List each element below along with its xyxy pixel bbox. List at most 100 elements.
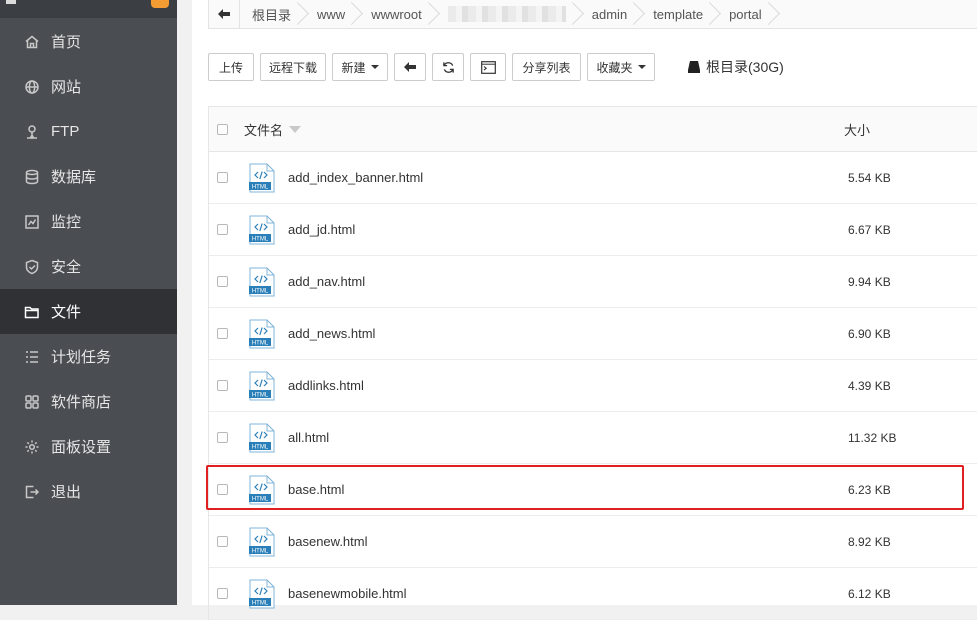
sidebar-item-monitor[interactable]: 监控 bbox=[0, 199, 177, 244]
gear-icon bbox=[23, 438, 41, 456]
table-header: 文件名 大小 bbox=[209, 106, 977, 152]
ftp-icon bbox=[23, 123, 41, 141]
breadcrumb-item[interactable]: www bbox=[305, 0, 359, 28]
sidebar-menu: 首页 网站 FTP 数据库 监控 安全 文件 计划任务 软件商店 面板设置 退出 bbox=[0, 19, 177, 514]
breadcrumb-item-redacted[interactable] bbox=[436, 0, 580, 28]
refresh-button[interactable] bbox=[432, 53, 464, 81]
logo-icon bbox=[6, 0, 16, 4]
task-icon bbox=[23, 348, 41, 366]
shield-icon bbox=[23, 258, 41, 276]
html-file-icon: HTML bbox=[249, 475, 275, 504]
file-size: 5.54 KB bbox=[848, 170, 891, 185]
sidebar-item-label: 软件商店 bbox=[51, 394, 112, 411]
breadcrumb-item[interactable]: 根目录 bbox=[240, 0, 305, 28]
file-name[interactable]: add_index_banner.html bbox=[288, 170, 848, 185]
row-checkbox[interactable] bbox=[217, 432, 228, 443]
svg-text:HTML: HTML bbox=[252, 496, 269, 502]
breadcrumb-label: portal bbox=[729, 6, 762, 22]
html-file-icon: HTML bbox=[249, 163, 275, 192]
sort-caret-icon bbox=[289, 125, 302, 133]
upload-button[interactable]: 上传 bbox=[208, 53, 254, 81]
arrow-left-icon bbox=[404, 62, 416, 72]
table-row[interactable]: HTML add_jd.html 6.67 KB bbox=[209, 204, 977, 256]
table-row[interactable]: HTML addlinks.html 4.39 KB bbox=[209, 360, 977, 412]
html-file-icon: HTML bbox=[249, 371, 275, 400]
file-size: 6.12 KB bbox=[848, 586, 891, 601]
back-button[interactable] bbox=[209, 0, 240, 28]
new-dropdown-button[interactable]: 新建 bbox=[332, 53, 388, 81]
select-all-checkbox[interactable] bbox=[217, 123, 228, 135]
breadcrumb-item[interactable]: portal bbox=[717, 0, 776, 28]
html-file-icon: HTML bbox=[249, 319, 275, 348]
row-checkbox[interactable] bbox=[217, 484, 228, 495]
table-row[interactable]: HTML basenewmobile.html 6.12 KB bbox=[209, 568, 977, 620]
table-row[interactable]: HTML all.html 11.32 KB bbox=[209, 412, 977, 464]
file-name[interactable]: basenewmobile.html bbox=[288, 586, 848, 601]
file-name[interactable]: add_nav.html bbox=[288, 274, 848, 289]
file-name[interactable]: all.html bbox=[288, 430, 848, 445]
sidebar-item-label: 退出 bbox=[51, 484, 82, 501]
column-header-size[interactable]: 大小 bbox=[844, 120, 870, 139]
file-name[interactable]: add_news.html bbox=[288, 326, 848, 341]
disk-icon bbox=[688, 61, 700, 73]
sidebar-item-home[interactable]: 首页 bbox=[0, 19, 177, 64]
breadcrumb-item[interactable]: template bbox=[641, 0, 717, 28]
sidebar-item-security[interactable]: 安全 bbox=[0, 244, 177, 289]
button-label: 分享列表 bbox=[522, 60, 571, 75]
file-size: 6.23 KB bbox=[848, 482, 891, 497]
sidebar-item-ftp[interactable]: FTP bbox=[0, 109, 177, 154]
table-row[interactable]: HTML basenew.html 8.92 KB bbox=[209, 516, 977, 568]
refresh-icon bbox=[442, 61, 454, 73]
sidebar-item-database[interactable]: 数据库 bbox=[0, 154, 177, 199]
html-file-icon: HTML bbox=[249, 579, 275, 608]
caret-down-icon bbox=[370, 65, 379, 69]
terminal-icon bbox=[480, 60, 496, 74]
row-checkbox[interactable] bbox=[217, 224, 228, 235]
favorites-dropdown-button[interactable]: 收藏夹 bbox=[587, 53, 655, 81]
row-checkbox[interactable] bbox=[217, 328, 228, 339]
sidebar-item-label: FTP bbox=[51, 123, 80, 140]
sidebar-item-settings[interactable]: 面板设置 bbox=[0, 424, 177, 469]
share-list-button[interactable]: 分享列表 bbox=[512, 53, 581, 81]
button-label: 上传 bbox=[218, 60, 243, 75]
remote-download-button[interactable]: 远程下载 bbox=[260, 53, 326, 81]
toolbar: 上传 远程下载 新建 分享列表 收藏夹 根目录(30G) bbox=[208, 53, 784, 81]
table-row[interactable]: HTML add_news.html 6.90 KB bbox=[209, 308, 977, 360]
file-name[interactable]: basenew.html bbox=[288, 534, 848, 549]
file-name[interactable]: base.html bbox=[288, 482, 848, 497]
file-name[interactable]: addlinks.html bbox=[288, 378, 848, 393]
breadcrumb-item[interactable]: admin bbox=[580, 0, 641, 28]
row-checkbox[interactable] bbox=[217, 536, 228, 547]
breadcrumb-label: 根目录 bbox=[252, 7, 292, 23]
back-dir-button[interactable] bbox=[394, 53, 426, 81]
html-file-icon: HTML bbox=[249, 527, 275, 556]
sidebar-item-logout[interactable]: 退出 bbox=[0, 469, 177, 514]
column-header-name[interactable]: 文件名 bbox=[244, 120, 844, 139]
sidebar-item-websites[interactable]: 网站 bbox=[0, 64, 177, 109]
html-file-icon: HTML bbox=[249, 423, 275, 452]
redacted-text bbox=[447, 6, 566, 22]
svg-text:HTML: HTML bbox=[252, 340, 269, 346]
button-label: 新建 bbox=[341, 60, 366, 75]
svg-text:HTML: HTML bbox=[252, 236, 269, 242]
row-checkbox[interactable] bbox=[217, 172, 228, 183]
sidebar-item-store[interactable]: 软件商店 bbox=[0, 379, 177, 424]
notification-badge[interactable] bbox=[151, 0, 169, 8]
table-row-highlighted[interactable]: HTML base.html 6.23 KB bbox=[206, 464, 977, 516]
table-row[interactable]: HTML add_index_banner.html 5.54 KB bbox=[209, 152, 977, 204]
svg-text:HTML: HTML bbox=[252, 548, 269, 554]
sidebar-item-cron[interactable]: 计划任务 bbox=[0, 334, 177, 379]
disk-selector[interactable]: 根目录(30G) bbox=[687, 57, 784, 77]
terminal-button[interactable] bbox=[470, 53, 506, 81]
table-row[interactable]: HTML add_nav.html 9.94 KB bbox=[209, 256, 977, 308]
database-icon bbox=[23, 168, 41, 186]
breadcrumb-label: template bbox=[653, 6, 704, 22]
sidebar-item-files[interactable]: 文件 bbox=[0, 289, 177, 334]
row-checkbox[interactable] bbox=[217, 276, 228, 287]
breadcrumb-item[interactable]: wwwroot bbox=[359, 0, 436, 28]
svg-text:HTML: HTML bbox=[252, 600, 269, 606]
row-checkbox[interactable] bbox=[217, 380, 228, 391]
row-checkbox[interactable] bbox=[217, 588, 228, 599]
file-name[interactable]: add_jd.html bbox=[288, 222, 848, 237]
monitor-icon bbox=[23, 213, 41, 231]
